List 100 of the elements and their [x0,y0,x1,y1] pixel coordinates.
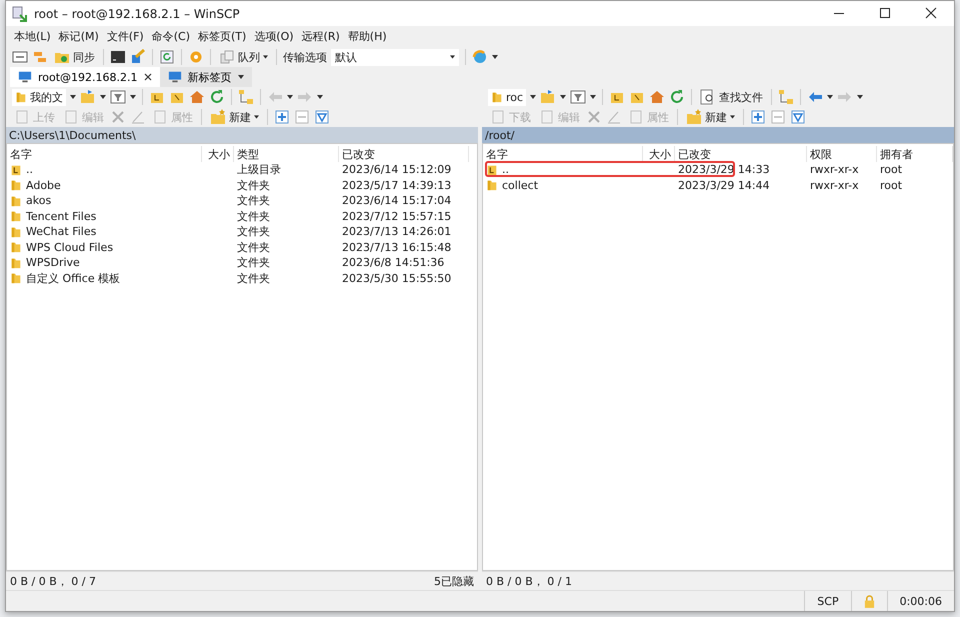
caret-icon[interactable] [100,95,106,99]
home-icon[interactable] [649,89,666,105]
table-cell-text: 文件夹 [236,193,271,208]
column-header[interactable]: 权限 [807,146,877,162]
file-name-cell[interactable]: collect [483,178,643,192]
location-selector[interactable]: 我的文 [12,88,66,106]
folder-star-icon[interactable] [210,109,226,125]
file-name-cell[interactable]: WeChat Files [7,225,202,238]
home-icon[interactable] [189,89,205,105]
column-header[interactable]: 类型 [234,146,339,162]
file-name-cell[interactable]: .. [7,163,202,176]
transfer-settings-label: 传输选项 [283,50,327,64]
folder-icon [10,226,22,238]
queue-button[interactable]: 队列 [217,49,270,65]
menu-item[interactable]: 远程(R) [302,29,340,44]
folder-icon [486,179,498,192]
column-header[interactable]: 名字 [7,146,202,162]
window-title: root – root@192.168.2.1 – WinSCP [34,6,241,20]
transfer-settings-dropdown[interactable]: 默认 [331,48,459,66]
menu-item[interactable]: 命令(C) [152,29,190,44]
menu-item[interactable]: 帮助(H) [348,29,387,44]
parent-folder-icon [10,164,22,176]
file-name-cell[interactable]: WPS Cloud Files [7,240,202,254]
delete-icon[interactable] [110,109,126,125]
table-cell-text: 文件夹 [236,240,271,255]
menu-item[interactable]: 本地(L) [14,29,51,44]
session-tab[interactable]: 新标签页 [160,67,252,87]
column-header[interactable]: 拥有者 [877,146,953,162]
table-cell-text: 上级目录 [236,162,282,178]
expand-icon[interactable] [274,109,290,125]
column-header[interactable]: 名字 [483,146,643,162]
menu-item[interactable]: 标签页(T) [198,29,246,44]
collapse-icon[interactable] [294,109,310,125]
menu-item[interactable]: 选项(O) [254,29,294,44]
caret-icon [263,55,268,59]
filter-mark-icon[interactable] [790,109,806,125]
folder-star-icon[interactable] [686,109,702,125]
elapsed-time: 0:00:06 [886,591,954,611]
filter-icon[interactable] [110,89,126,105]
hidden-count: 5已隐藏 [434,574,474,588]
session-tab[interactable]: root@192.168.2.1 [10,67,160,87]
table-cell-text: 文件夹 [236,208,271,224]
queue-icon[interactable] [219,49,235,65]
file-name-cell[interactable]: .. [483,163,643,176]
refresh-icon[interactable] [159,49,175,65]
path-bar: C:\Users\1\Documents\ [6,127,478,143]
table-cell-text: rwxr-xr-x [809,163,860,176]
filter-icon[interactable] [570,89,586,105]
table-cell-text: 2023/6/8 14:51:36 [341,256,446,270]
file-name-cell[interactable]: Adobe [7,178,202,192]
tree-icon[interactable] [778,89,794,105]
file-name-cell[interactable]: 自定义 Office 模板 [7,270,202,286]
caret-icon [254,115,259,119]
collapse-icon[interactable] [770,109,786,125]
column-header[interactable]: 已改变 [339,146,469,162]
new-button[interactable]: 新建 [208,109,261,125]
table-cell-text: root [879,178,904,192]
caret-icon[interactable] [827,95,834,99]
caret-icon[interactable] [857,95,864,99]
refresh-icon[interactable] [209,89,225,105]
refresh-icon[interactable] [669,89,686,105]
table-cell-text: rwxr-xr-x [809,178,860,192]
monitor-icon [168,70,182,84]
sync-button[interactable]: 同步 [52,49,97,65]
column-header[interactable]: 大小 [643,146,675,162]
gear-icon[interactable] [188,49,204,65]
close-icon[interactable] [144,73,152,81]
caret-icon[interactable] [590,95,596,99]
caret-icon[interactable] [530,95,536,99]
delete-icon[interactable] [586,109,602,125]
location-selector[interactable]: roc [488,88,526,106]
filter-mark-icon[interactable] [314,109,330,125]
table-cell-text: 2023/7/13 14:26:01 [341,225,452,238]
find-files-button[interactable]: 查找文件 [698,89,766,105]
monitor-icon [18,70,32,84]
terminal-icon[interactable] [110,49,126,65]
folder-icon [491,91,503,103]
folder-icon [10,272,22,284]
column-header[interactable]: 大小 [202,146,234,162]
new-button[interactable]: 新建 [684,109,737,125]
caret-icon[interactable] [70,95,76,99]
caret-icon[interactable] [130,95,136,99]
file-name-cell[interactable]: Tencent Files [7,210,202,223]
table-cell-text: 2023/3/29 14:33 [677,163,771,176]
folder-icon [10,210,22,222]
tree-icon[interactable] [238,89,254,105]
caret-icon [730,115,735,119]
caret-icon[interactable] [287,95,293,99]
column-header[interactable]: 已改变 [675,146,807,162]
caret-icon[interactable] [317,95,323,99]
menu-item[interactable]: 标记(M) [58,29,99,44]
caret-icon[interactable] [492,55,498,59]
caret-icon[interactable] [560,95,566,99]
caret-icon [450,55,455,59]
expand-icon[interactable] [750,109,766,125]
menu-item[interactable]: 文件(F) [106,29,144,44]
selection-status: 0 B / 0 B， 0 / 7 [10,574,96,588]
file-name-cell[interactable]: WPSDrive [7,256,202,270]
file-name-cell[interactable]: akos [7,194,202,208]
caret-icon [238,75,244,79]
